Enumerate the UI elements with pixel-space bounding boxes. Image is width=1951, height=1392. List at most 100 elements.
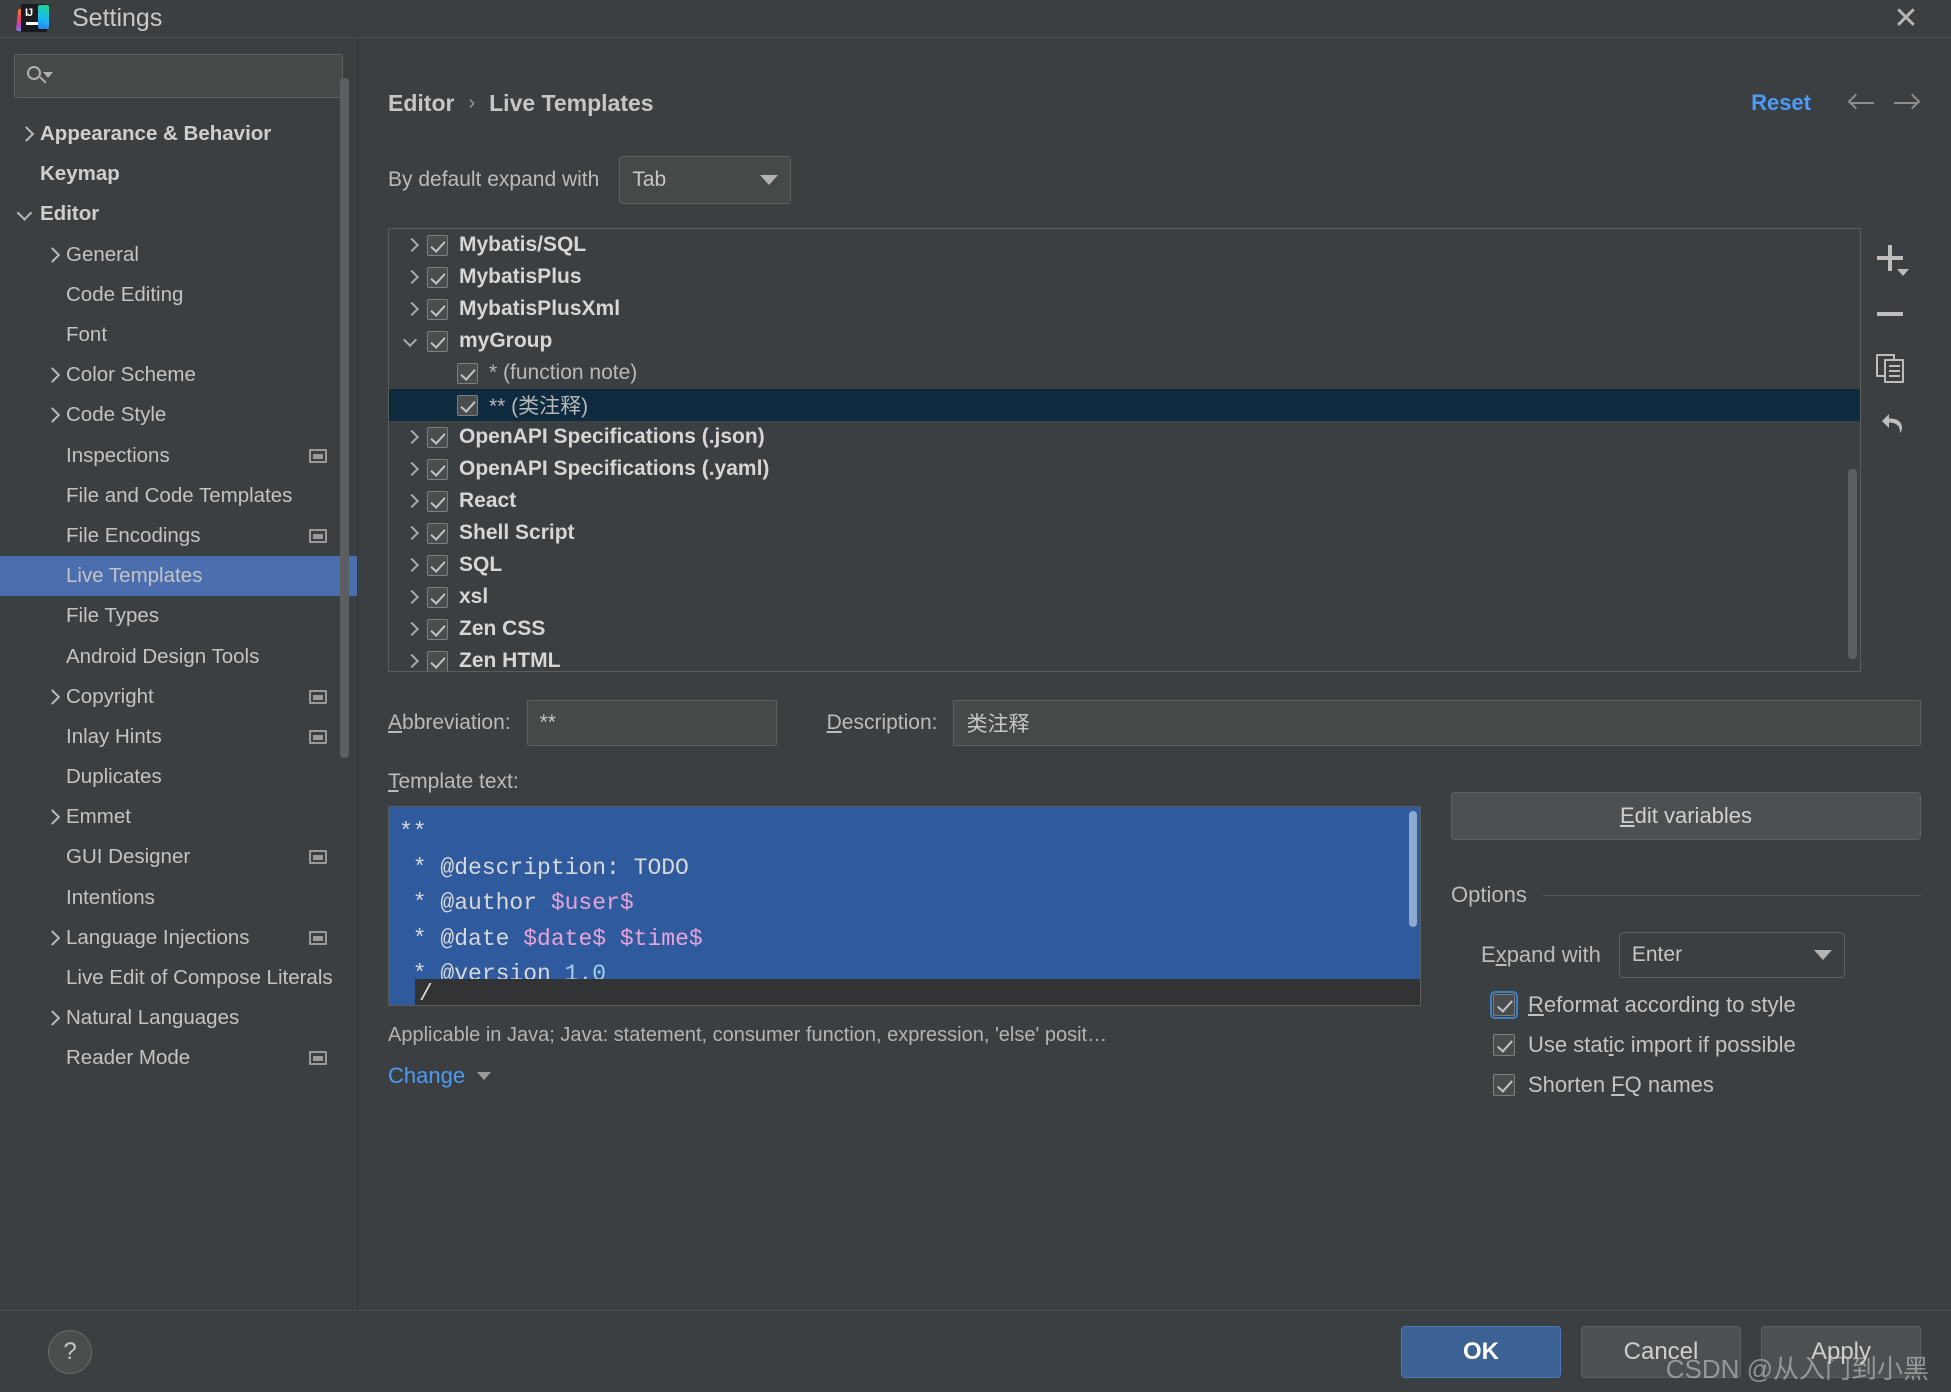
chevron-right-icon[interactable]	[40, 235, 66, 275]
sidebar-item-live-edit-of-compose-literals[interactable]: Live Edit of Compose Literals	[0, 958, 357, 998]
chevron-right-icon[interactable]	[40, 918, 66, 958]
template-checkbox[interactable]	[427, 266, 448, 288]
abbreviation-input[interactable]: **	[526, 700, 777, 746]
chevron-down-icon[interactable]	[14, 194, 40, 234]
template-row[interactable]: Shell Script	[389, 517, 1860, 549]
template-checkbox[interactable]	[427, 490, 448, 512]
sidebar-item-reader-mode[interactable]: Reader Mode	[0, 1038, 357, 1078]
chevron-right-icon[interactable]	[40, 677, 66, 717]
add-template-button[interactable]	[1871, 240, 1911, 280]
option-checkbox[interactable]	[1490, 991, 1518, 1019]
template-row[interactable]: ** (类注释)	[389, 389, 1860, 421]
chevron-right-icon[interactable]	[399, 485, 427, 517]
template-checkbox[interactable]	[427, 298, 448, 320]
sidebar-scrollbar-track[interactable]	[340, 48, 353, 1300]
template-row[interactable]: Zen HTML	[389, 645, 1860, 671]
option-checkbox[interactable]	[1493, 1034, 1515, 1056]
sidebar-item-live-templates[interactable]: Live Templates	[0, 556, 357, 597]
sidebar-item-file-encodings[interactable]: File Encodings	[0, 516, 357, 556]
sidebar-item-copyright[interactable]: Copyright	[0, 677, 357, 717]
template-row[interactable]: Zen CSS	[389, 613, 1860, 645]
templates-listbox[interactable]: Mybatis/SQL MybatisPlus MybatisPlusXml myGr…	[388, 228, 1861, 672]
expand-with-combo[interactable]: Enter	[1618, 932, 1845, 978]
template-checkbox[interactable]	[427, 522, 448, 544]
templates-scrollbar-thumb[interactable]	[1848, 469, 1857, 659]
option-row[interactable]: Use static import if possible	[1451, 1032, 1921, 1058]
chevron-right-icon[interactable]	[399, 581, 427, 613]
search-box[interactable]	[14, 54, 343, 98]
sidebar-item-keymap[interactable]: Keymap	[0, 154, 357, 194]
template-row[interactable]: myGroup	[389, 325, 1860, 357]
sidebar-item-inlay-hints[interactable]: Inlay Hints	[0, 717, 357, 757]
chevron-right-icon[interactable]	[399, 261, 427, 293]
template-checkbox[interactable]	[427, 586, 448, 608]
revert-template-button[interactable]	[1871, 402, 1911, 442]
chevron-down-icon[interactable]	[399, 325, 427, 357]
chevron-right-icon[interactable]	[399, 229, 427, 261]
sidebar-item-inspections[interactable]: Inspections	[0, 436, 357, 476]
arrow-left-icon[interactable]	[1847, 88, 1877, 118]
chevron-right-icon[interactable]	[399, 517, 427, 549]
sidebar-item-general[interactable]: General	[0, 235, 357, 275]
close-icon[interactable]: ✕	[1883, 0, 1929, 38]
default-expand-combo[interactable]: Tab	[619, 156, 792, 204]
template-checkbox[interactable]	[427, 618, 448, 640]
editor-scrollbar-thumb[interactable]	[1409, 811, 1417, 927]
chevron-right-icon[interactable]	[40, 998, 66, 1038]
sidebar-item-natural-languages[interactable]: Natural Languages	[0, 998, 357, 1038]
apply-button[interactable]: Apply	[1761, 1325, 1921, 1378]
sidebar-item-code-style[interactable]: Code Style	[0, 395, 357, 435]
sidebar-item-color-scheme[interactable]: Color Scheme	[0, 355, 357, 395]
edit-variables-button[interactable]: Edit variables	[1451, 792, 1921, 840]
template-checkbox[interactable]	[457, 394, 478, 416]
template-row[interactable]: React	[389, 485, 1860, 517]
template-row[interactable]: MybatisPlus	[389, 261, 1860, 293]
sidebar-item-appearance-behavior[interactable]: Appearance & Behavior	[0, 114, 357, 154]
template-row[interactable]: SQL	[389, 549, 1860, 581]
chevron-right-icon[interactable]	[40, 355, 66, 395]
remove-template-button[interactable]	[1871, 294, 1911, 334]
description-input[interactable]: 类注释	[953, 700, 1921, 746]
change-link[interactable]: Change	[388, 1063, 465, 1089]
template-row[interactable]: xsl	[389, 581, 1860, 613]
sidebar-item-duplicates[interactable]: Duplicates	[0, 757, 357, 797]
sidebar-item-code-editing[interactable]: Code Editing	[0, 275, 357, 315]
reset-link[interactable]: Reset	[1751, 90, 1811, 116]
chevron-right-icon[interactable]	[399, 645, 427, 671]
template-checkbox[interactable]	[427, 554, 448, 576]
chevron-right-icon[interactable]	[399, 613, 427, 645]
ok-button[interactable]: OK	[1401, 1325, 1561, 1378]
template-row[interactable]: Mybatis/SQL	[389, 229, 1860, 261]
change-context-row[interactable]: Change	[388, 1063, 1421, 1089]
help-button[interactable]: ?	[48, 1329, 92, 1374]
chevron-right-icon[interactable]	[40, 395, 66, 435]
template-checkbox[interactable]	[427, 458, 448, 480]
arrow-right-icon[interactable]	[1891, 88, 1921, 118]
option-checkbox[interactable]	[1493, 1074, 1515, 1096]
template-checkbox[interactable]	[427, 426, 448, 448]
sidebar-item-emmet[interactable]: Emmet	[0, 797, 357, 837]
template-row[interactable]: MybatisPlusXml	[389, 293, 1860, 325]
chevron-right-icon[interactable]	[40, 797, 66, 837]
sidebar-item-gui-designer[interactable]: GUI Designer	[0, 837, 357, 877]
cancel-button[interactable]: Cancel	[1581, 1325, 1741, 1378]
chevron-right-icon[interactable]	[14, 114, 40, 154]
sidebar-item-font[interactable]: Font	[0, 315, 357, 355]
option-row[interactable]: Reformat according to style	[1451, 991, 1921, 1019]
breadcrumb-parent[interactable]: Editor	[388, 90, 454, 117]
template-checkbox[interactable]	[427, 234, 448, 256]
chevron-right-icon[interactable]	[399, 421, 427, 453]
sidebar-item-editor[interactable]: Editor	[0, 194, 357, 234]
template-row[interactable]: OpenAPI Specifications (.json)	[389, 421, 1860, 453]
sidebar-item-language-injections[interactable]: Language Injections	[0, 918, 357, 958]
option-row[interactable]: Shorten FQ names	[1451, 1072, 1921, 1098]
template-checkbox[interactable]	[457, 362, 478, 384]
template-row[interactable]: OpenAPI Specifications (.yaml)	[389, 453, 1860, 485]
chevron-right-icon[interactable]	[399, 549, 427, 581]
chevron-right-icon[interactable]	[399, 293, 427, 325]
template-row[interactable]: * (function note)	[389, 357, 1860, 389]
sidebar-item-android-design-tools[interactable]: Android Design Tools	[0, 636, 357, 676]
chevron-right-icon[interactable]	[399, 453, 427, 485]
template-checkbox[interactable]	[427, 330, 448, 352]
sidebar-item-intentions[interactable]: Intentions	[0, 878, 357, 918]
